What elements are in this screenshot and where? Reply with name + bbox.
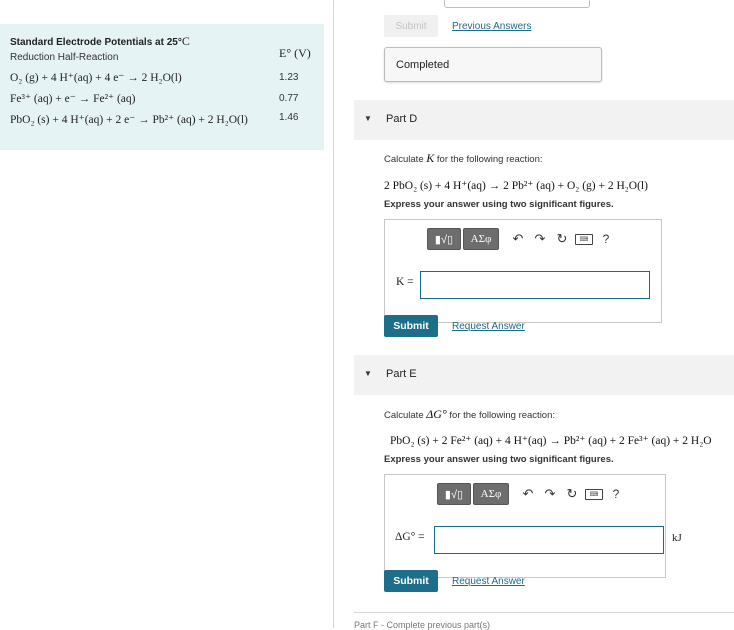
reset-icon[interactable]: ↻ [551,228,573,250]
part-d-title: Part D [386,113,418,125]
keyboard-glyph: ⌨ [585,488,603,500]
reaction-row-1: O₂ (g) + 4 H⁺(aq) + 4 e⁻ → 2 H₂O(l) [10,72,182,84]
previous-answers-link[interactable]: Previous Answers [452,21,531,32]
part-e-answer-input[interactable] [434,526,664,554]
electrode-potentials-table: Standard Electrode Potentials at 25°C Re… [0,24,324,150]
redo-icon[interactable]: ↷ [539,483,561,505]
reset-icon[interactable]: ↻ [561,483,583,505]
part-d-header[interactable]: ▼ Part D [354,100,734,140]
column-header-reaction: Reduction Half-Reaction [10,52,119,63]
part-d-prompt: Calculate K for the following reaction: [384,151,543,166]
part-e-instruction: Express your answer using two significan… [384,454,614,465]
part-e-prompt: Calculate ΔG° for the following reaction… [384,407,555,422]
part-d-answer-input[interactable] [420,271,650,299]
template-button[interactable]: ▮√▯ [427,228,461,250]
part-e-answer-editor: ▮√▯ ΑΣφ ↶ ↷ ↻ ⌨ ? ΔG° = [384,474,666,578]
potential-row-2: 0.77 [279,93,299,104]
part-d-answer-label: K = [396,276,414,288]
part-e-title: Part E [386,368,417,380]
previous-answer-box [444,0,590,8]
template-button[interactable]: ▮√▯ [437,483,471,505]
submit-button-disabled: Submit [384,15,438,37]
part-e-answer-label: ΔG° = [395,531,425,543]
table-title: Standard Electrode Potentials at 25°C [10,34,190,49]
part-d-request-answer-link[interactable]: Request Answer [452,321,525,332]
potential-row-3: 1.46 [279,112,299,123]
part-e-equation: PbO₂ (s) + 2 Fe²⁺ (aq) + 4 H⁺(aq) → Pb²⁺… [390,435,712,447]
math-toolbar: ▮√▯ ΑΣφ ↶ ↷ ↻ ⌨ ? [427,228,617,250]
part-e-unit-label: kJ [672,532,682,544]
keyboard-shortcuts-icon[interactable]: ⌨ [573,228,595,250]
part-e-header[interactable]: ▼ Part E [354,355,734,395]
redo-icon[interactable]: ↷ [529,228,551,250]
keyboard-glyph: ⌨ [575,233,593,245]
undo-icon[interactable]: ↶ [507,228,529,250]
keyboard-shortcuts-icon[interactable]: ⌨ [583,483,605,505]
collapse-triangle-icon: ▼ [364,114,372,123]
prompt-text-end: for the following reaction: [446,410,556,421]
prompt-text: Calculate [384,410,427,421]
prompt-symbol: ΔG° [426,407,447,421]
table-title-text: Standard Electrode Potentials at 25° [10,37,182,48]
prompt-text-end: for the following reaction: [434,154,543,165]
reaction-row-3: PbO₂ (s) + 4 H⁺(aq) + 2 e⁻ → Pb²⁺ (aq) +… [10,114,248,126]
help-icon[interactable]: ? [605,483,627,505]
math-toolbar: ▮√▯ ΑΣφ ↶ ↷ ↻ ⌨ ? [437,483,627,505]
part-f-header-partial: Part F - Complete previous part(s) [354,620,491,630]
undo-icon[interactable]: ↶ [517,483,539,505]
greek-symbols-button[interactable]: ΑΣφ [473,483,509,505]
part-e-request-answer-link[interactable]: Request Answer [452,576,525,587]
greek-symbols-button[interactable]: ΑΣφ [463,228,499,250]
column-header-potential: E° (V) [279,46,311,60]
prompt-text: Calculate [384,154,427,165]
part-d-instruction: Express your answer using two significan… [384,199,614,210]
pane-divider [333,0,334,628]
help-icon[interactable]: ? [595,228,617,250]
part-d-answer-editor: ▮√▯ ΑΣφ ↶ ↷ ↻ ⌨ ? K = [384,219,662,323]
part-d-equation: 2 PbO₂ (s) + 4 H⁺(aq) → 2 Pb²⁺ (aq) + O₂… [384,180,648,192]
potential-row-1: 1.23 [279,72,299,83]
part-e-submit-button[interactable]: Submit [384,570,438,592]
reaction-row-2: Fe³⁺ (aq) + e⁻ → Fe²⁺ (aq) [10,93,136,105]
part-d-submit-button[interactable]: Submit [384,315,438,337]
table-title-unit: C [181,34,190,48]
collapse-triangle-icon: ▼ [364,369,372,378]
section-divider [354,612,734,613]
completed-status: Completed [384,47,602,82]
